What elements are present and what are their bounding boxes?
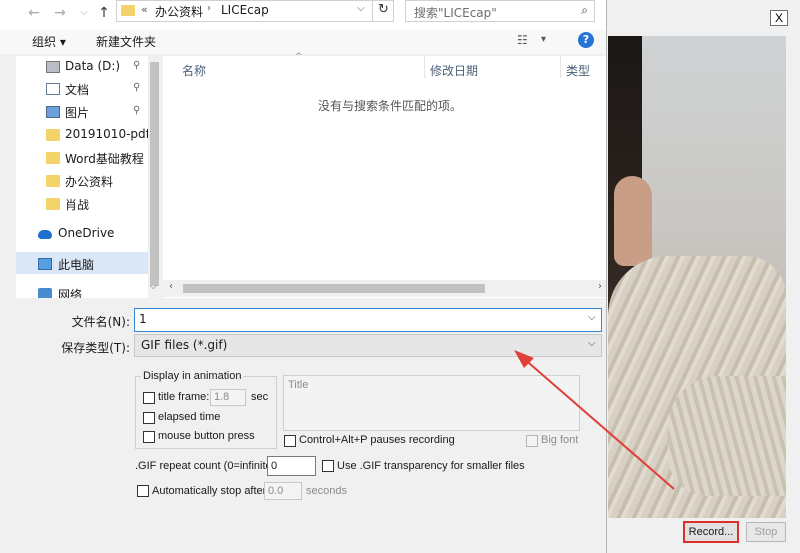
nav-item[interactable]: 文档 ⚲ (16, 78, 148, 100)
column-name[interactable]: 名称 (182, 62, 206, 79)
search-icon: ⌕ (581, 3, 588, 17)
auto-stop-label: Automatically stop after (152, 485, 267, 497)
annotation-arrow (514, 350, 675, 490)
nav-scrollbar[interactable]: ⌵ (148, 56, 161, 298)
command-bar (0, 30, 606, 54)
back-arrow-icon[interactable]: ← (24, 3, 44, 23)
nav-item[interactable]: Data (D:) ⚲ (16, 56, 148, 78)
stop-button[interactable]: Stop (746, 522, 786, 542)
annotation-arrow-line (521, 356, 675, 490)
horizontal-scrollbar-thumb[interactable] (183, 284, 485, 293)
pause-hotkey-checkbox[interactable] (284, 435, 296, 447)
search-placeholder: 搜索"LICEcap" (414, 6, 497, 20)
filetype-label: 保存类型(T): (61, 341, 130, 355)
transparency-label: Use .GIF transparency for smaller files (337, 460, 525, 472)
view-chevron-icon[interactable]: ▾ (541, 34, 546, 45)
breadcrumb-office[interactable]: 办公资料 (155, 3, 203, 20)
transparency-checkbox[interactable] (322, 460, 334, 472)
recent-locations-chevron-icon[interactable]: ⌵ (74, 3, 94, 23)
nav-item-label: OneDrive (58, 226, 115, 240)
nav-item-label: 文档 (65, 83, 90, 97)
column-divider[interactable] (424, 56, 425, 78)
nav-item-label: 网络 (58, 288, 83, 298)
new-folder-button[interactable]: 新建文件夹 (96, 33, 156, 50)
seconds-label: seconds (306, 485, 347, 497)
column-type[interactable]: 类型 (566, 62, 590, 79)
folder-icon (46, 198, 60, 210)
nav-item-label: 办公资料 (65, 175, 114, 189)
licecap-close-button[interactable]: X (770, 10, 788, 26)
column-modified[interactable]: 修改日期 (430, 62, 478, 79)
empty-message: 没有与搜索条件匹配的项。 (318, 99, 463, 113)
nav-item[interactable]: 20191010-pdf (16, 124, 148, 146)
display-group-title: Display in animation (141, 370, 244, 382)
address-bar[interactable]: « 办公资料 › LICEcap ⌵ (116, 0, 394, 22)
nav-item-label: Data (D:) (65, 59, 121, 73)
help-icon[interactable]: ? (578, 32, 594, 48)
scroll-left-icon[interactable]: ‹ (169, 281, 173, 292)
nav-item[interactable]: 肖战 (16, 193, 148, 215)
auto-stop-checkbox[interactable] (137, 485, 149, 497)
elapsed-time-checkbox[interactable] (143, 412, 155, 424)
auto-stop-input[interactable]: 0.0 (264, 482, 302, 500)
elapsed-time-label: elapsed time (158, 411, 221, 423)
horizontal-scrollbar[interactable]: ‹ › (163, 280, 606, 297)
nav-item[interactable]: OneDrive (16, 223, 148, 245)
filename-input[interactable]: 1 (134, 308, 602, 332)
cloud-icon (38, 230, 52, 239)
view-options-icon[interactable]: ☷ (517, 33, 528, 47)
nav-item[interactable]: 图片 ⚲ (16, 101, 148, 123)
up-arrow-icon[interactable]: ↑ (94, 3, 114, 23)
refresh-icon[interactable]: ↻ (372, 0, 394, 22)
network-icon (38, 288, 52, 298)
picture-icon (46, 106, 60, 118)
nav-item[interactable]: 办公资料 (16, 170, 148, 192)
nav-item-label: 肖战 (65, 198, 90, 212)
chevron-right-icon[interactable]: › (207, 3, 211, 14)
nav-item-label: Word基础教程 (65, 152, 144, 166)
mouse-button-label: mouse button press (158, 430, 255, 442)
folder-icon (46, 175, 60, 187)
sec-label: sec (251, 391, 269, 403)
folder-icon (121, 5, 135, 16)
scroll-right-icon[interactable]: › (598, 281, 602, 292)
title-frame-input[interactable]: 1.8 (210, 389, 246, 406)
forward-arrow-icon[interactable]: → (50, 3, 70, 23)
organize-button[interactable]: 组织 ▾ (32, 33, 66, 50)
title-frame-label: title frame: (158, 391, 210, 403)
pin-icon: ⚲ (133, 82, 141, 93)
search-input[interactable]: 搜索"LICEcap" ⌕ (405, 0, 595, 22)
nav-item[interactable]: 此电脑 (16, 253, 148, 275)
file-list[interactable] (163, 56, 606, 298)
sort-ascending-icon: ^ (295, 52, 303, 62)
filename-label: 文件名(N): (71, 315, 130, 329)
navigation-list: Data (D:) ⚲ 文档 ⚲ 图片 ⚲ 20191010-pdf Word基础教程 办公资料… (16, 56, 148, 298)
computer-icon (38, 258, 52, 270)
folder-icon (46, 129, 60, 141)
column-divider[interactable] (560, 56, 561, 78)
nav-item[interactable]: Word基础教程 (16, 147, 148, 169)
mouse-button-checkbox[interactable] (143, 431, 155, 443)
title-placeholder: Title (288, 379, 309, 391)
address-overflow[interactable]: « (141, 3, 148, 16)
address-dropdown-icon[interactable]: ⌵ (357, 3, 365, 14)
nav-item-label: 20191010-pdf (65, 127, 148, 141)
scroll-down-icon[interactable]: ⌵ (150, 282, 157, 292)
breadcrumb-licecap[interactable]: LICEcap (221, 3, 269, 17)
repeat-count-input[interactable]: 0 (267, 456, 316, 476)
nav-item[interactable]: 网络 (16, 283, 148, 298)
record-button[interactable]: Record... (683, 521, 739, 543)
filename-dropdown-icon[interactable]: ⌵ (588, 312, 596, 323)
folder-icon (46, 152, 60, 164)
drive-icon (46, 61, 60, 73)
pause-hotkey-label: Control+Alt+P pauses recording (299, 434, 455, 446)
title-frame-checkbox[interactable] (143, 392, 155, 404)
pin-icon: ⚲ (133, 105, 141, 116)
nav-scrollbar-thumb[interactable] (150, 62, 159, 286)
pin-icon: ⚲ (133, 60, 141, 71)
nav-item-label: 图片 (65, 106, 90, 120)
repeat-count-label: .GIF repeat count (0=infinite): (135, 460, 279, 472)
document-icon (46, 83, 60, 95)
nav-item-label: 此电脑 (58, 258, 95, 272)
